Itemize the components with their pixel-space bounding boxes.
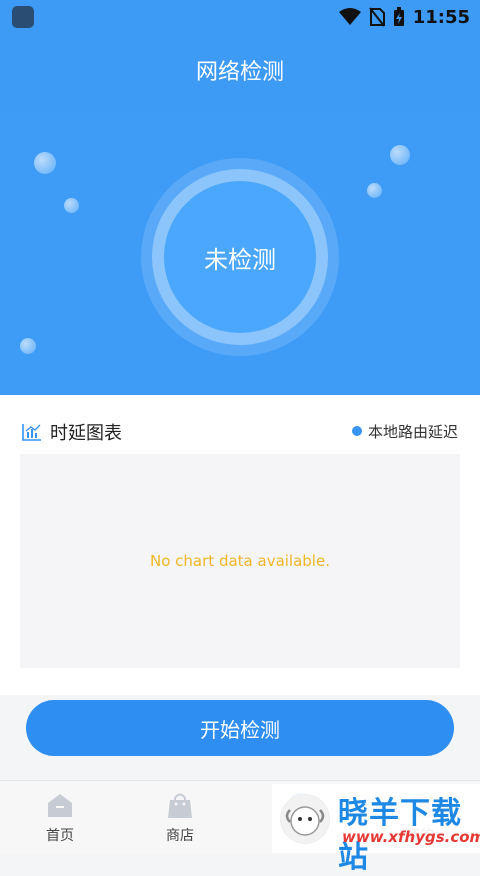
tab-shop-label: 商店 bbox=[166, 828, 194, 844]
sheep-logo-icon bbox=[280, 794, 330, 844]
bubble-decoration bbox=[367, 183, 382, 198]
watermark: 晓羊下载站 www.xfhygs.com bbox=[272, 784, 480, 875]
bubble-decoration bbox=[20, 338, 36, 354]
bubble-decoration bbox=[390, 145, 410, 165]
detection-status: 未检测 bbox=[204, 245, 276, 274]
status-indicators: 11:55 bbox=[338, 6, 470, 28]
chart-empty-message: No chart data available. bbox=[150, 552, 330, 570]
watermark-url: www.xfhygs.com bbox=[342, 828, 480, 846]
home-icon bbox=[48, 794, 72, 817]
battery-charging-icon bbox=[393, 7, 404, 26]
legend-label: 本地路由延迟 bbox=[367, 422, 458, 441]
tab-home[interactable]: 首页 bbox=[0, 781, 120, 854]
page-title: 网络检测 bbox=[195, 60, 284, 85]
start-detection-button[interactable]: 开始检测 bbox=[26, 700, 454, 756]
latency-chart: No chart data available. bbox=[20, 454, 460, 668]
status-bar: 11:55 bbox=[0, 0, 480, 36]
legend-dot bbox=[351, 426, 362, 436]
bubble-decoration bbox=[34, 152, 56, 174]
detector-circle[interactable]: 未检测 bbox=[164, 181, 316, 333]
app-notification-icon bbox=[12, 6, 34, 28]
tab-home-label: 首页 bbox=[46, 828, 74, 844]
chart-header: 时延图表 bbox=[22, 420, 122, 444]
wifi-icon bbox=[338, 8, 361, 25]
no-sim-icon bbox=[368, 7, 385, 27]
chart-legend: 本地路由延迟 bbox=[351, 420, 458, 442]
bubble-decoration bbox=[64, 198, 79, 213]
tab-shop[interactable]: 商店 bbox=[120, 781, 240, 854]
hero-section: 11:55 网络检测 未检测 bbox=[0, 0, 480, 395]
chart-title: 时延图表 bbox=[50, 423, 122, 444]
chart-icon bbox=[22, 424, 41, 441]
shop-bag-icon bbox=[168, 793, 192, 818]
status-time: 11:55 bbox=[412, 6, 470, 28]
